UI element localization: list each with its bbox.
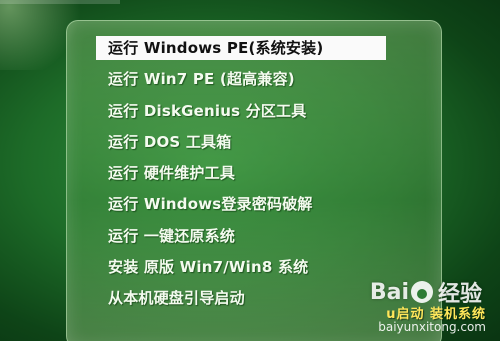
menu-item-dos-toolbox[interactable]: 运行 DOS 工具箱 [96,130,386,154]
watermark-url: baiyunxitong.com [378,320,486,334]
top-edge-line [0,0,120,4]
baidu-jingyan-watermark: Bai 经验 u启动 装机系统 baiyunxitong.com [342,276,492,336]
menu-item-diskgenius[interactable]: 运行 DiskGenius 分区工具 [96,99,386,123]
baidu-logo-text: Bai [369,279,409,305]
menu-item-win7-pe[interactable]: 运行 Win7 PE (超高兼容) [96,67,386,91]
menu-item-windows-pe[interactable]: 运行 Windows PE(系统安装) [96,36,386,60]
paw-icon [410,281,433,303]
menu-item-hardware-tools[interactable]: 运行 硬件维护工具 [96,161,386,185]
menu-item-password-crack[interactable]: 运行 Windows登录密码破解 [96,192,386,216]
menu-item-one-key-restore[interactable]: 运行 一键还原系统 [96,224,386,248]
